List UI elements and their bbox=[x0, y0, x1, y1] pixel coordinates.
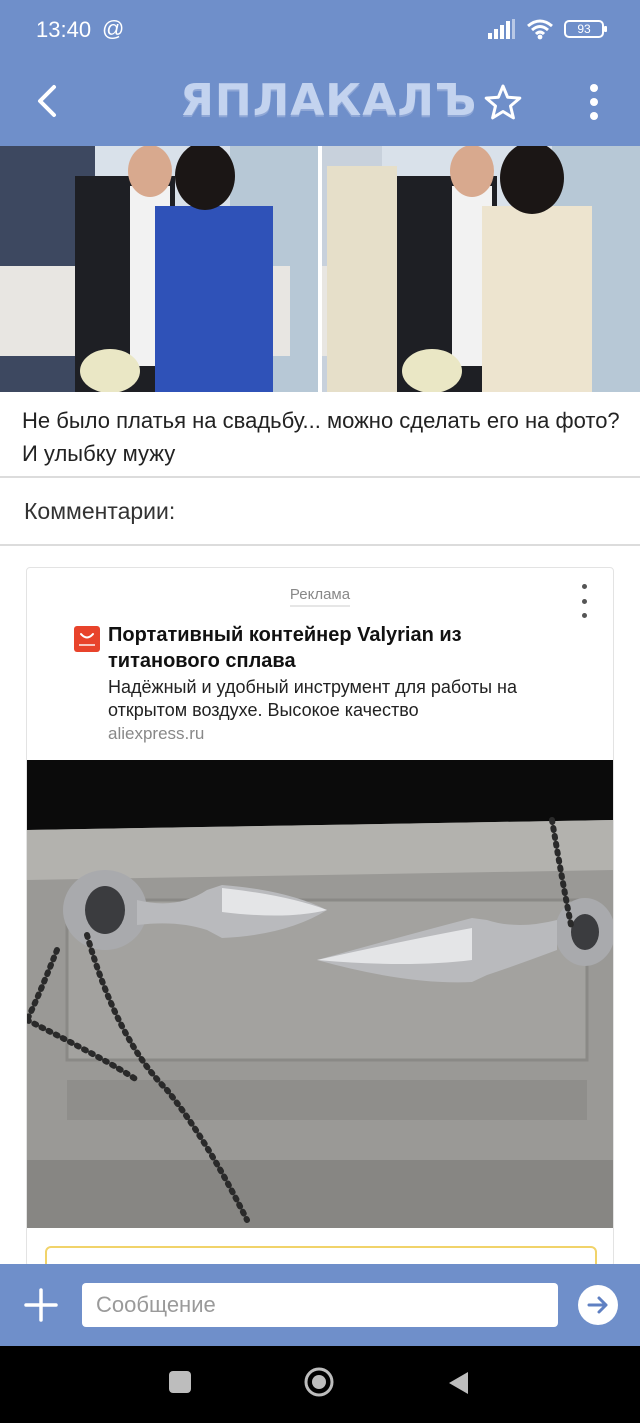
recents-button[interactable] bbox=[169, 1371, 191, 1393]
plus-icon bbox=[24, 1288, 58, 1322]
app-bar: ЯПЛАКАЛЪ bbox=[0, 60, 640, 146]
status-at-icon: @ bbox=[102, 16, 125, 41]
home-circle-icon bbox=[304, 1367, 334, 1397]
ad-image[interactable] bbox=[27, 760, 613, 1228]
dot bbox=[581, 613, 587, 618]
comments-header: Комментарии: bbox=[24, 498, 176, 524]
system-nav-bar bbox=[0, 1346, 640, 1423]
post-photo-right[interactable] bbox=[322, 146, 640, 392]
message-composer bbox=[0, 1264, 640, 1346]
post-caption: Не было платья на свадьбу... можно сдела… bbox=[22, 408, 620, 466]
chevron-left-icon bbox=[38, 85, 56, 117]
status-bar: 13:40 @ 93 bbox=[0, 0, 640, 60]
ad-label: Реклама bbox=[27, 586, 613, 607]
divider bbox=[0, 544, 640, 546]
post-images bbox=[0, 146, 640, 392]
ad-label-text: Реклама bbox=[289, 586, 351, 607]
battery-icon: 93 bbox=[564, 20, 607, 38]
home-button[interactable] bbox=[303, 1366, 335, 1398]
dot bbox=[581, 598, 587, 604]
post-photo-left[interactable] bbox=[0, 146, 318, 392]
ad-title[interactable]: Портативный контейнер Valyrian из титано… bbox=[108, 622, 578, 674]
ad-options-button[interactable] bbox=[577, 584, 591, 618]
divider bbox=[0, 476, 640, 478]
dot bbox=[581, 584, 587, 589]
arrow-right-icon bbox=[587, 1296, 608, 1314]
ad-description: Надёжный и удобный инструмент для работы… bbox=[108, 677, 517, 720]
ad-card[interactable]: Реклама Портативный контейнер Valyrian и… bbox=[26, 567, 614, 1267]
signal-icon bbox=[488, 19, 515, 39]
aliexpress-logo-icon bbox=[74, 626, 100, 652]
battery-level: 93 bbox=[577, 22, 591, 36]
ad-domain[interactable]: aliexpress.ru bbox=[108, 724, 204, 744]
send-button[interactable] bbox=[578, 1285, 618, 1325]
wifi-icon bbox=[527, 19, 553, 40]
dot bbox=[590, 98, 598, 106]
message-input[interactable] bbox=[82, 1283, 558, 1327]
dot bbox=[590, 84, 598, 92]
status-time: 13:40 bbox=[36, 17, 92, 42]
triangle-back-icon bbox=[449, 1372, 468, 1394]
status-icons: 93 bbox=[488, 18, 607, 40]
star-icon bbox=[484, 84, 522, 120]
favorite-button[interactable] bbox=[482, 82, 524, 124]
dot bbox=[590, 112, 598, 120]
system-back-button[interactable] bbox=[446, 1370, 470, 1396]
attach-button[interactable] bbox=[22, 1286, 60, 1324]
back-button[interactable] bbox=[24, 78, 70, 124]
app-logo[interactable]: ЯПЛАКАЛЪ bbox=[180, 76, 476, 126]
more-options-button[interactable] bbox=[578, 78, 610, 126]
